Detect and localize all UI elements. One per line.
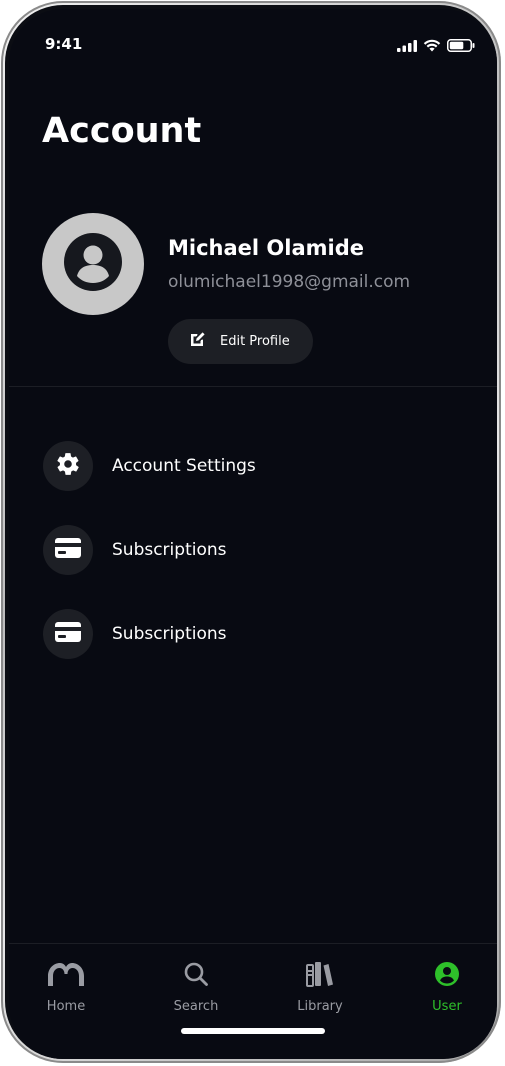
page-title: Account (42, 111, 202, 151)
tab-label: Home (46, 999, 86, 1014)
credit-card-icon (55, 538, 81, 562)
menu-item-label: Subscriptions (112, 540, 227, 560)
user-avatar-icon (62, 231, 124, 297)
menu-item-account-settings[interactable]: Account Settings (43, 441, 463, 491)
edit-profile-label: Edit Profile (220, 334, 290, 349)
gear-icon (55, 451, 81, 481)
status-bar: 9:41 (9, 9, 497, 69)
tab-home[interactable]: Home (21, 959, 111, 1019)
tab-label: Search (173, 999, 219, 1014)
battery-icon (447, 37, 475, 56)
tab-label: Library (297, 999, 343, 1014)
menu-icon-wrap (43, 441, 93, 491)
tab-label: User (432, 999, 462, 1014)
screen: 9:41 Account Michael Olamide olumichael1… (9, 9, 497, 1059)
tab-bar: Home Search Library User (9, 943, 497, 1059)
menu-item-subscriptions-2[interactable]: Subscriptions (43, 609, 463, 659)
tab-bar-divider (9, 943, 497, 944)
profile-name: Michael Olamide (168, 236, 364, 260)
cellular-signal-icon (397, 37, 417, 56)
user-icon (434, 959, 460, 989)
menu-icon-wrap (43, 525, 93, 575)
tab-library[interactable]: Library (275, 959, 365, 1019)
phone-frame: 9:41 Account Michael Olamide olumichael1… (1, 1, 501, 1063)
status-icons (397, 37, 475, 56)
tab-search[interactable]: Search (151, 959, 241, 1019)
wifi-icon (423, 37, 441, 56)
avatar[interactable] (42, 213, 144, 315)
menu-icon-wrap (43, 609, 93, 659)
menu-item-label: Subscriptions (112, 624, 227, 644)
tab-user[interactable]: User (402, 959, 492, 1019)
home-indicator[interactable] (181, 1028, 325, 1034)
edit-icon (188, 331, 206, 353)
search-icon (183, 959, 209, 989)
library-icon (306, 959, 334, 989)
status-time: 9:41 (45, 35, 83, 53)
section-divider (9, 386, 497, 387)
home-logo-icon (45, 959, 87, 989)
menu-item-subscriptions[interactable]: Subscriptions (43, 525, 463, 575)
menu-item-label: Account Settings (112, 456, 256, 476)
credit-card-icon (55, 622, 81, 646)
profile-email: olumichael1998@gmail.com (168, 272, 411, 292)
edit-profile-button[interactable]: Edit Profile (168, 319, 313, 364)
